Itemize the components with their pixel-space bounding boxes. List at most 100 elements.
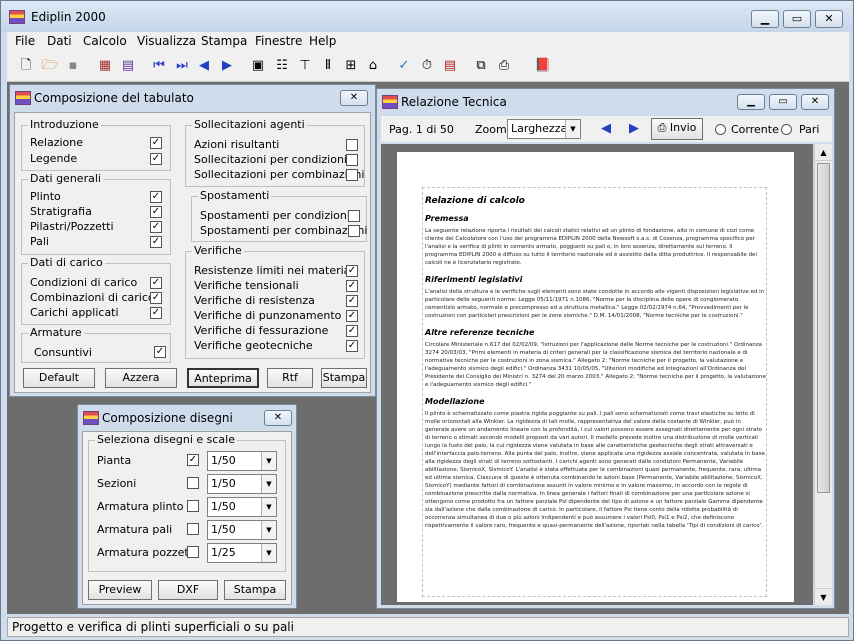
- maximize-button[interactable]: ▭: [783, 10, 811, 28]
- invio-button[interactable]: ⎙ Invio: [651, 118, 703, 140]
- stratigrafia-checkbox[interactable]: ✓: [150, 206, 162, 218]
- armature-legend: Armature: [28, 326, 84, 339]
- legende-checkbox[interactable]: ✓: [150, 153, 162, 165]
- scroll-thumb[interactable]: [817, 163, 830, 493]
- armatura-pozzetti-checkbox[interactable]: [187, 546, 199, 558]
- armatura-pali-scale-select[interactable]: 1/50 ▼: [207, 520, 277, 540]
- report-icon[interactable]: ▤: [441, 57, 459, 75]
- scroll-up-icon[interactable]: ▲: [815, 144, 832, 161]
- back-icon[interactable]: ◀: [195, 57, 213, 75]
- soll-combinazioni-checkbox[interactable]: [346, 169, 358, 181]
- armatura-pali-label: Armatura pali: [97, 523, 173, 536]
- check-icon[interactable]: ✓: [395, 57, 413, 75]
- sezioni-scale-select[interactable]: 1/50 ▼: [207, 474, 277, 494]
- preview-area: Relazione di calcolo Premessa La seguent…: [381, 144, 813, 605]
- verifiche-fessurazione-checkbox[interactable]: ✓: [346, 325, 358, 337]
- armatura-plinto-checkbox[interactable]: [187, 500, 199, 512]
- pali-checkbox[interactable]: ✓: [150, 236, 162, 248]
- plan-view-icon[interactable]: ▣: [249, 57, 267, 75]
- structure-icon[interactable]: ⌂: [364, 57, 382, 75]
- azioni-risultanti-checkbox[interactable]: [346, 139, 358, 151]
- previous-page-icon[interactable]: ◀: [597, 120, 615, 138]
- combinazioni-carico-checkbox[interactable]: ✓: [150, 292, 162, 304]
- spost-condizioni-checkbox[interactable]: [348, 210, 360, 222]
- menu-visualizza[interactable]: Visualizza: [137, 34, 196, 48]
- pilastri-checkbox[interactable]: ✓: [150, 221, 162, 233]
- grid-edit-icon[interactable]: ▤: [119, 57, 137, 75]
- verifiche-geotecniche-checkbox[interactable]: ✓: [346, 340, 358, 352]
- copy-icon[interactable]: ⧉: [472, 57, 490, 75]
- relazione-checkbox[interactable]: ✓: [150, 137, 162, 149]
- zoom-select[interactable]: Larghezza ▼: [507, 119, 581, 139]
- spost-combinazioni-label: Spostamenti per combinazioni: [200, 224, 368, 237]
- relazione-close-button[interactable]: ✕: [801, 94, 829, 110]
- grid-icon[interactable]: ▦: [96, 57, 114, 75]
- help-book-icon[interactable]: 📕: [534, 57, 552, 75]
- pari-radio[interactable]: [781, 124, 792, 135]
- pianta-checkbox[interactable]: ✓: [187, 454, 199, 466]
- corrente-radio[interactable]: [715, 124, 726, 135]
- sezioni-checkbox[interactable]: [187, 477, 199, 489]
- menu-finestre[interactable]: Finestre: [255, 34, 302, 48]
- menu-calcolo[interactable]: Calcolo: [83, 34, 127, 48]
- soll-condizioni-checkbox[interactable]: [346, 154, 358, 166]
- plinto-checkbox[interactable]: ✓: [150, 191, 162, 203]
- piles-icon[interactable]: ⊞: [342, 57, 360, 75]
- consuntivi-checkbox[interactable]: ✓: [154, 346, 166, 358]
- plinto-label: Plinto: [30, 190, 61, 203]
- table-icon[interactable]: ☷: [273, 57, 291, 75]
- menu-file[interactable]: File: [15, 34, 35, 48]
- open-file-icon[interactable]: 🗁: [41, 57, 59, 75]
- scroll-down-icon[interactable]: ▼: [815, 588, 832, 605]
- close-button[interactable]: ✕: [815, 10, 843, 28]
- minimize-button[interactable]: ▁: [751, 10, 779, 28]
- doc-heading-riferimenti: Riferimenti legislativi: [425, 275, 523, 284]
- menu-stampa[interactable]: Stampa: [201, 34, 247, 48]
- new-file-icon[interactable]: 🗋: [17, 57, 35, 75]
- condizioni-carico-checkbox[interactable]: ✓: [150, 277, 162, 289]
- verifiche-geotecniche-label: Verifiche geotecniche: [194, 339, 313, 352]
- introduzione-legend: Introduzione: [28, 118, 101, 131]
- carichi-applicati-checkbox[interactable]: ✓: [150, 307, 162, 319]
- resistenze-limiti-checkbox[interactable]: ✓: [346, 265, 358, 277]
- menu-help[interactable]: Help: [309, 34, 336, 48]
- rtf-button[interactable]: Rtf: [267, 368, 313, 388]
- default-button[interactable]: Default: [23, 368, 95, 388]
- forward-icon[interactable]: ▶: [218, 57, 236, 75]
- anteprima-button[interactable]: Anteprima: [187, 368, 259, 388]
- tabulato-close-button[interactable]: ✕: [340, 90, 368, 106]
- armatura-pali-checkbox[interactable]: [187, 523, 199, 535]
- verifiche-punzonamento-checkbox[interactable]: ✓: [346, 310, 358, 322]
- beam-icon[interactable]: Ⅱ: [319, 57, 337, 75]
- disegni-close-button[interactable]: ✕: [264, 410, 292, 426]
- relazione-maximize-button[interactable]: ▭: [769, 94, 797, 110]
- tabulato-body: Introduzione Relazione ✓ Legende ✓ Dati …: [14, 112, 371, 393]
- first-page-icon[interactable]: ⏮: [150, 57, 168, 75]
- save-icon[interactable]: ▪: [64, 57, 82, 75]
- next-page-icon[interactable]: ▶: [625, 120, 643, 138]
- verifiche-tensionali-checkbox[interactable]: ✓: [346, 280, 358, 292]
- doc-text-modellazione: Il plinto è schematizzato come piastra r…: [425, 411, 765, 529]
- dxf-button[interactable]: DXF: [158, 580, 218, 600]
- spost-combinazioni-checkbox[interactable]: [348, 225, 360, 237]
- last-page-icon[interactable]: ⏭: [173, 57, 191, 75]
- print-preview-icon[interactable]: ⎙: [495, 57, 513, 75]
- armatura-pozzetti-scale-select[interactable]: 1/25 ▼: [207, 543, 277, 563]
- group-dati-generali: Dati generali Plinto ✓ Stratigrafia ✓ Pi…: [21, 172, 171, 255]
- column-icon[interactable]: ⊤: [296, 57, 314, 75]
- pianta-scale-select[interactable]: 1/50 ▼: [207, 451, 277, 471]
- relazione-minimize-button[interactable]: ▁: [737, 94, 765, 110]
- resistenze-limiti-label: Resistenze limiti nei materiali: [194, 264, 357, 277]
- stampa-tabulato-button[interactable]: Stampa: [321, 368, 367, 388]
- dropdown-arrow-icon: ▼: [261, 452, 276, 470]
- timer-icon[interactable]: ⏱: [418, 57, 436, 75]
- preview-button[interactable]: Preview: [88, 580, 152, 600]
- armatura-plinto-scale-select[interactable]: 1/50 ▼: [207, 497, 277, 517]
- azzera-button[interactable]: Azzera: [105, 368, 177, 388]
- verifiche-resistenza-checkbox[interactable]: ✓: [346, 295, 358, 307]
- verifiche-resistenza-label: Verifiche di resistenza: [194, 294, 315, 307]
- menu-dati[interactable]: Dati: [47, 34, 72, 48]
- group-spostamenti: Spostamenti Spostamenti per condizioni S…: [191, 189, 368, 242]
- stampa-disegni-button[interactable]: Stampa: [224, 580, 286, 600]
- vertical-scrollbar[interactable]: ▲ ▼: [814, 144, 832, 605]
